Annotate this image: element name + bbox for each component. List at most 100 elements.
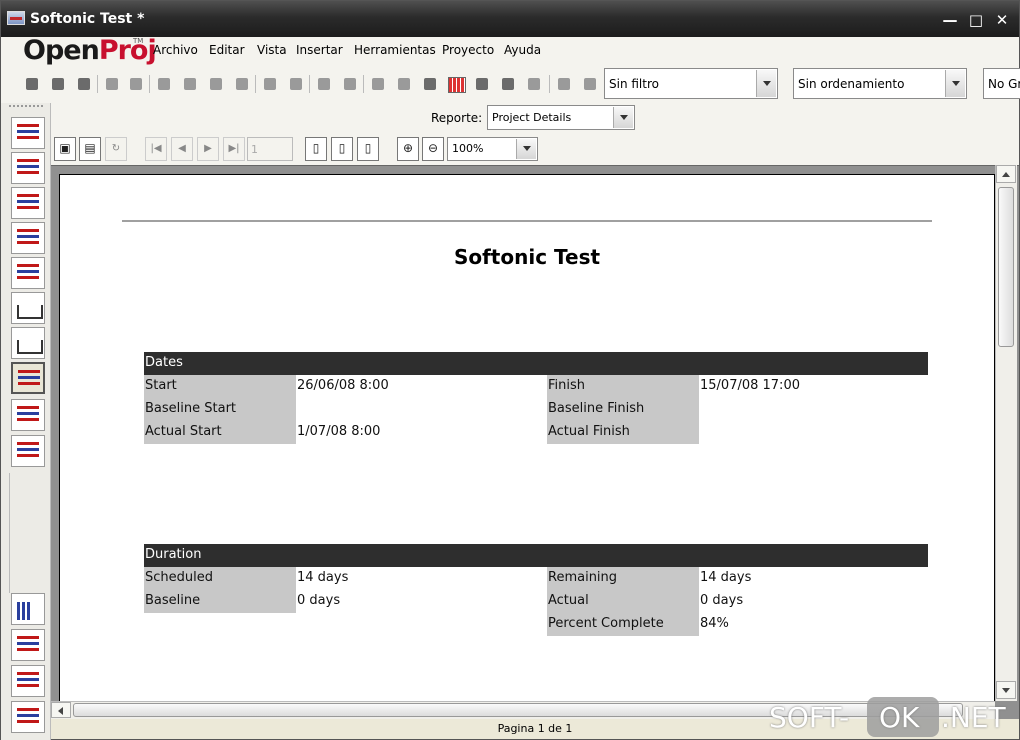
- network-view-icon[interactable]: [11, 187, 45, 219]
- link-icon[interactable]: [315, 75, 333, 93]
- section-header-duration: Duration: [144, 544, 928, 567]
- resources-view-icon[interactable]: [11, 222, 45, 254]
- zoom-out-icon[interactable]: [499, 75, 517, 93]
- first-page-button[interactable]: |◀: [145, 137, 167, 161]
- chevron-right-icon[interactable]: [581, 75, 599, 93]
- field-label: Baseline Start: [144, 398, 296, 421]
- menu-archivo[interactable]: Archivo: [153, 43, 198, 57]
- vertical-scrollbar[interactable]: [995, 165, 1017, 701]
- field-label: Baseline Finish: [547, 398, 699, 421]
- undo-icon[interactable]: [261, 75, 279, 93]
- title-bar: Softonic Test * — □ ✕: [1, 1, 1019, 37]
- menu-editar[interactable]: Editar: [209, 43, 245, 57]
- open-icon[interactable]: [49, 75, 67, 93]
- zoom-out-button[interactable]: ⊖: [422, 137, 444, 161]
- calendar-grid-icon[interactable]: [447, 75, 466, 93]
- page-icon: ▯: [312, 141, 320, 155]
- page-number-input[interactable]: 1: [247, 137, 293, 161]
- chevron-down-icon[interactable]: [516, 139, 536, 159]
- tracking-gantt-view-icon[interactable]: [11, 152, 45, 184]
- wbs-view-icon[interactable]: [11, 292, 45, 324]
- field-value: 26/06/08 8:00: [297, 378, 389, 393]
- sort-select[interactable]: Sin ordenamiento: [793, 68, 967, 99]
- last-page-button[interactable]: ▶|: [223, 137, 245, 161]
- print-preview-icon[interactable]: [127, 75, 145, 93]
- cut-icon[interactable]: [155, 75, 173, 93]
- zoom-in-button[interactable]: ⊕: [397, 137, 419, 161]
- report-preview-area: Softonic Test Dates Start 26/06/08 8:00 …: [51, 165, 1019, 719]
- vertical-scroll-thumb[interactable]: [998, 187, 1014, 347]
- openproj-logo: OpenProj TM: [23, 35, 157, 66]
- histogram-view-icon[interactable]: [11, 593, 45, 625]
- horizontal-scrollbar[interactable]: [51, 701, 995, 719]
- chevron-down-icon[interactable]: [613, 107, 633, 128]
- indent-icon[interactable]: [369, 75, 387, 93]
- outdent-icon[interactable]: [395, 75, 413, 93]
- next-page-button[interactable]: ▶: [197, 137, 219, 161]
- copy-icon[interactable]: [181, 75, 199, 93]
- new-project-icon[interactable]: [23, 75, 41, 93]
- field-label: Finish: [547, 375, 699, 398]
- page-setup-button[interactable]: ▯: [357, 137, 379, 161]
- scroll-left-icon[interactable]: [51, 702, 71, 718]
- scroll-down-icon[interactable]: [996, 681, 1016, 699]
- unlink-icon[interactable]: [341, 75, 359, 93]
- last-page-icon: ▶|: [228, 143, 240, 154]
- menu-proyecto[interactable]: Proyecto: [442, 43, 494, 57]
- group-select[interactable]: No Gr: [983, 68, 1020, 99]
- project-view-icon[interactable]: [11, 399, 45, 431]
- charts-view-icon[interactable]: [11, 629, 45, 661]
- field-value: [699, 398, 701, 421]
- paste-icon[interactable]: [207, 75, 225, 93]
- resource-icon[interactable]: [421, 75, 439, 93]
- field-value: 0 days: [297, 593, 341, 608]
- print-report-button[interactable]: ▤: [79, 137, 101, 161]
- zoom-in-icon[interactable]: [473, 75, 491, 93]
- maximize-button[interactable]: □: [965, 10, 987, 30]
- field-label: Actual Finish: [547, 421, 699, 444]
- page-rotate-icon: ▯: [338, 141, 346, 155]
- scroll-up-icon[interactable]: [996, 165, 1016, 183]
- report-select[interactable]: Project Details: [487, 105, 635, 130]
- floppy-icon: ▣: [59, 141, 71, 155]
- task-usage-view-icon[interactable]: [11, 257, 45, 289]
- redo-icon[interactable]: [287, 75, 305, 93]
- find-icon[interactable]: [233, 75, 251, 93]
- save-icon[interactable]: [75, 75, 93, 93]
- next-page-icon: ▶: [204, 143, 212, 154]
- menu-herramientas[interactable]: Herramientas: [354, 43, 436, 57]
- menu-ayuda[interactable]: Ayuda: [504, 43, 541, 57]
- zoom-select[interactable]: 100%: [447, 137, 538, 161]
- field-label: Remaining: [547, 567, 699, 590]
- refresh-button[interactable]: ↻: [105, 137, 127, 161]
- app-icon[interactable]: [7, 11, 25, 25]
- filter-icon[interactable]: [525, 75, 543, 93]
- landscape-button[interactable]: ▯: [331, 137, 353, 161]
- close-button[interactable]: ✕: [991, 10, 1013, 30]
- prev-page-button[interactable]: ◀: [171, 137, 193, 161]
- report-title: Softonic Test: [453, 245, 601, 269]
- reports-view-icon[interactable]: [11, 362, 45, 394]
- field-label: Scheduled: [144, 567, 296, 590]
- task-usage-detail-icon[interactable]: [11, 665, 45, 697]
- report-label: Reporte:: [431, 111, 483, 125]
- main-toolbar: Sin filtro Sin ordenamiento No Gr: [1, 65, 1020, 103]
- field-value: [296, 398, 298, 421]
- menu-insertar[interactable]: Insertar: [296, 43, 343, 57]
- chevron-down-icon[interactable]: [756, 70, 776, 97]
- chevron-down-icon[interactable]: [945, 70, 965, 97]
- save-report-button[interactable]: ▣: [54, 137, 76, 161]
- field-label: Percent Complete: [547, 613, 699, 636]
- resource-usage-detail-icon[interactable]: [11, 701, 45, 733]
- filter-select[interactable]: Sin filtro: [604, 68, 778, 99]
- chevron-left-icon[interactable]: [555, 75, 573, 93]
- gantt-view-icon[interactable]: [11, 117, 45, 149]
- print-icon[interactable]: [103, 75, 121, 93]
- minimize-button[interactable]: —: [939, 10, 961, 30]
- first-page-icon: |◀: [150, 143, 162, 154]
- resource-usage-view-icon[interactable]: [11, 435, 45, 467]
- application-window: Softonic Test * — □ ✕ OpenProj TM Archivo…: [0, 0, 1020, 740]
- menu-vista[interactable]: Vista: [257, 43, 287, 57]
- rbs-view-icon[interactable]: [11, 327, 45, 359]
- portrait-button[interactable]: ▯: [305, 137, 327, 161]
